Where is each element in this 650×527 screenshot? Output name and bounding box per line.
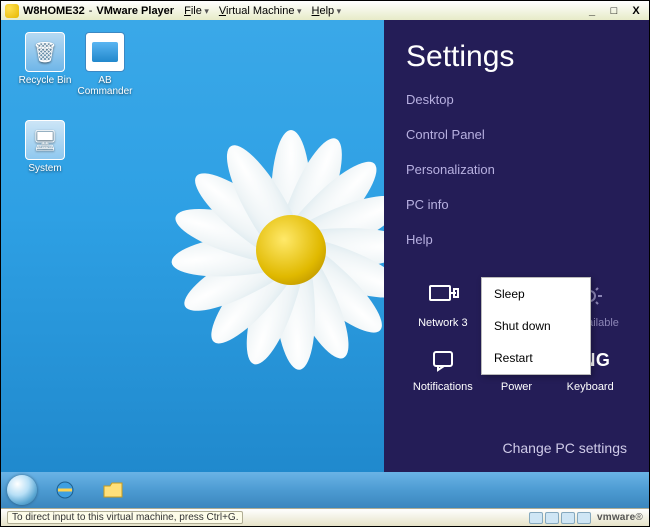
network-icon xyxy=(406,275,480,317)
system-icon xyxy=(25,120,65,160)
ie-icon xyxy=(54,479,76,501)
charm-link-desktop[interactable]: Desktop xyxy=(406,92,627,107)
desktop-icon-system[interactable]: System xyxy=(17,120,73,174)
charm-link-help[interactable]: Help xyxy=(406,232,627,247)
icon-label: AB Commander xyxy=(77,75,133,97)
vm-viewport[interactable]: Recycle Bin AB Commander System Settings… xyxy=(1,20,649,508)
taskbar-explorer[interactable] xyxy=(93,477,133,503)
title-bar: W8HOME32 - VMware Player File Virtual Ma… xyxy=(1,1,649,20)
desktop-icon-ab-commander[interactable]: AB Commander xyxy=(77,32,133,97)
tile-label: Network 3 xyxy=(406,317,480,329)
menu-help[interactable]: Help xyxy=(312,5,342,17)
vmware-logo: vmware® xyxy=(597,512,643,523)
charm-title: Settings xyxy=(406,40,627,74)
notifications-tile[interactable]: Notifications xyxy=(406,339,480,393)
status-hint: To direct input to this virtual machine,… xyxy=(7,511,243,524)
vm-name: W8HOME32 xyxy=(23,5,85,17)
recycle-bin-icon xyxy=(25,32,65,72)
network-tile[interactable]: Network 3 xyxy=(406,275,480,329)
tile-label: Keyboard xyxy=(553,381,627,393)
charm-link-pc-info[interactable]: PC info xyxy=(406,197,627,212)
settings-charm-panel: Settings Desktop Control Panel Personali… xyxy=(384,20,649,472)
power-menu-restart[interactable]: Restart xyxy=(482,342,590,374)
ab-commander-icon xyxy=(85,32,125,72)
minimize-button[interactable]: _ xyxy=(583,4,601,18)
charm-link-personalization[interactable]: Personalization xyxy=(406,162,627,177)
charm-link-control-panel[interactable]: Control Panel xyxy=(406,127,627,142)
icon-label: System xyxy=(17,163,73,174)
app-icon xyxy=(5,4,19,18)
taskbar-ie[interactable] xyxy=(45,477,85,503)
taskbar[interactable] xyxy=(1,472,649,508)
desktop-icon-recycle-bin[interactable]: Recycle Bin xyxy=(17,32,73,86)
maximize-button[interactable]: □ xyxy=(605,4,623,18)
close-button[interactable]: X xyxy=(627,4,645,18)
change-pc-settings-link[interactable]: Change PC settings xyxy=(406,440,627,456)
app-name: VMware Player xyxy=(96,5,174,17)
notifications-icon xyxy=(406,339,480,381)
tile-label: Notifications xyxy=(406,381,480,393)
power-menu-sleep[interactable]: Sleep xyxy=(482,278,590,310)
start-button[interactable] xyxy=(7,475,37,505)
icon-label: Recycle Bin xyxy=(17,75,73,86)
menu-file[interactable]: File xyxy=(184,5,209,17)
power-menu: Sleep Shut down Restart xyxy=(481,277,591,375)
folder-icon xyxy=(102,480,124,500)
tile-label: Power xyxy=(480,381,554,393)
status-bar: To direct input to this virtual machine,… xyxy=(1,508,649,526)
power-menu-shutdown[interactable]: Shut down xyxy=(482,310,590,342)
status-tray[interactable] xyxy=(529,512,591,524)
menu-virtual-machine[interactable]: Virtual Machine xyxy=(219,5,302,17)
